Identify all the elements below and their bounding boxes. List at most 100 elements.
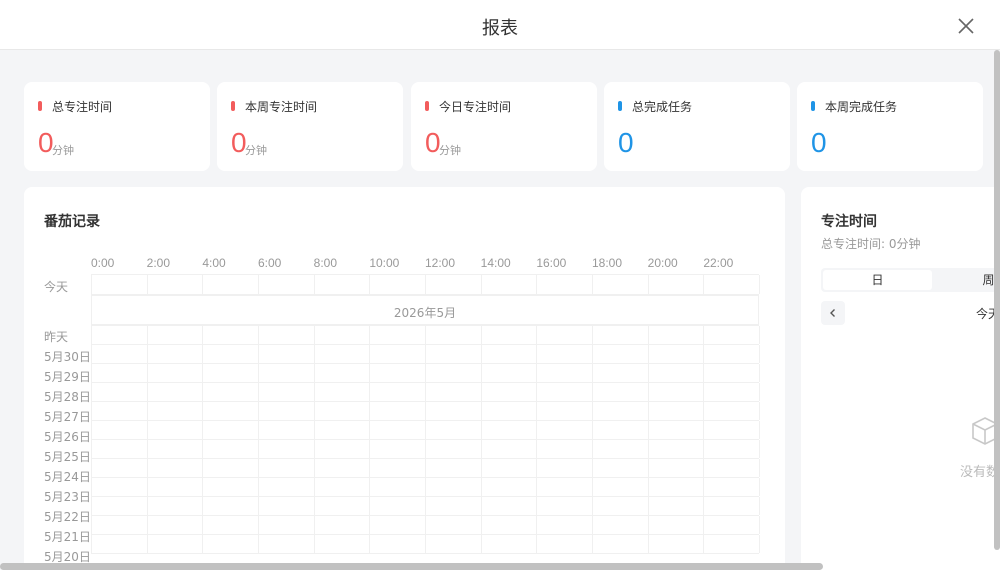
timeline-cell [537,326,593,344]
tab-day[interactable]: 日 [823,270,932,290]
timeline-cell [482,459,538,477]
timeline-cell [203,440,259,458]
timeline-cell [148,421,204,439]
timeline-cell [537,535,593,553]
timeline-cell [426,516,482,534]
timeline-cell [92,383,148,401]
timeline-cell [593,326,649,344]
day-label: 5月29日 [44,370,91,384]
hour-label: 8:00 [313,256,338,270]
timeline-row [92,383,760,402]
timeline-cell [259,364,315,382]
timeline-cell [203,345,259,363]
prev-period-button[interactable] [821,301,845,325]
timeline-row [92,440,760,459]
timeline-cell [426,478,482,496]
timeline-cell [593,383,649,401]
timeline-cell [203,383,259,401]
timeline-cell [148,478,204,496]
hour-label: 16:00 [536,256,567,270]
stat-indicator [38,101,42,111]
stat-card: 本周完成任务 0 [797,82,983,171]
timeline-grid [91,325,760,554]
dialog-header: 报表 [0,0,1000,50]
close-button[interactable] [956,16,976,36]
timeline-cell [259,516,315,534]
timeline-cell [649,402,705,420]
stat-label: 本周完成任务 [825,99,898,114]
timeline-cell [92,364,148,382]
hour-label: 0:00 [91,256,115,270]
timeline-cell [649,516,705,534]
timeline-cell [649,535,705,553]
timeline-cell [426,440,482,458]
timeline-cell [370,459,426,477]
day-label: 昨天 [44,330,69,344]
vertical-scrollbar[interactable] [994,50,1000,550]
timeline-cell [482,364,538,382]
timeline-cell [203,516,259,534]
timeline-cell [482,345,538,363]
day-label: 5月26日 [44,430,91,444]
stat-indicator [425,101,429,111]
focus-subtitle: 总专注时间: 0分钟 [821,237,921,251]
timeline-cell [649,364,705,382]
stat-label-row: 本周专注时间 [231,98,317,114]
day-label: 5月22日 [44,510,91,524]
timeline-cell [649,497,705,515]
timeline-cell [482,440,538,458]
timeline-cell [593,459,649,477]
timeline-cell [203,497,259,515]
stat-value: 0 [811,127,827,158]
timeline-cell [704,383,760,401]
timeline-cell [203,364,259,382]
focus-time-panel: 专注时间 总专注时间: 0分钟 日 周 今天 没有数据 [801,187,1000,570]
pomodoro-record-panel: 番茄记录 0:00 2:00 4:00 6:00 8:00 10:00 12:00 14:00… [24,187,785,570]
timeline-cell [148,364,204,382]
stat-label: 今日专注时间 [439,99,512,114]
timeline-cell [370,478,426,496]
period-segmented-control: 日 周 [821,268,1000,292]
timeline-cell [370,516,426,534]
day-label: 5月23日 [44,490,91,504]
timeline-cell [704,364,760,382]
horizontal-scrollbar[interactable] [0,563,823,570]
day-label: 5月21日 [44,530,91,544]
timeline-cell [649,383,705,401]
timeline-cell [259,421,315,439]
timeline-cell [537,478,593,496]
record-title: 番茄记录 [44,214,100,230]
tab-week[interactable]: 周 [934,270,1000,290]
timeline-cell [259,402,315,420]
day-label: 5月30日 [44,350,91,364]
hour-label: 12:00 [425,256,456,270]
timeline-cell [259,497,315,515]
stat-indicator [618,101,622,111]
timeline-row [92,275,760,295]
timeline-cell [203,326,259,344]
timeline-cell [259,326,315,344]
timeline-cell [482,326,538,344]
stat-card: 本周专注时间 0 分钟 [217,82,403,171]
timeline-grid [91,274,760,295]
timeline-cell [426,364,482,382]
hour-label: 14:00 [480,256,511,270]
timeline-cell [482,383,538,401]
timeline-cell [148,275,204,294]
hour-label: 10:00 [369,256,400,270]
timeline-cell [537,497,593,515]
timeline-cell [259,345,315,363]
timeline-cell [704,497,760,515]
month-label: 2026年5月 [393,306,457,320]
timeline-cell [704,326,760,344]
day-label: 5月25日 [44,450,91,464]
timeline-cell [315,440,371,458]
page-title: 报表 [482,18,518,39]
day-label: 5月27日 [44,410,91,424]
timeline-cell [259,459,315,477]
hour-label: 6:00 [258,256,282,270]
timeline-cell [203,459,259,477]
timeline-cell [482,516,538,534]
timeline-row [92,345,760,364]
timeline-cell [593,497,649,515]
